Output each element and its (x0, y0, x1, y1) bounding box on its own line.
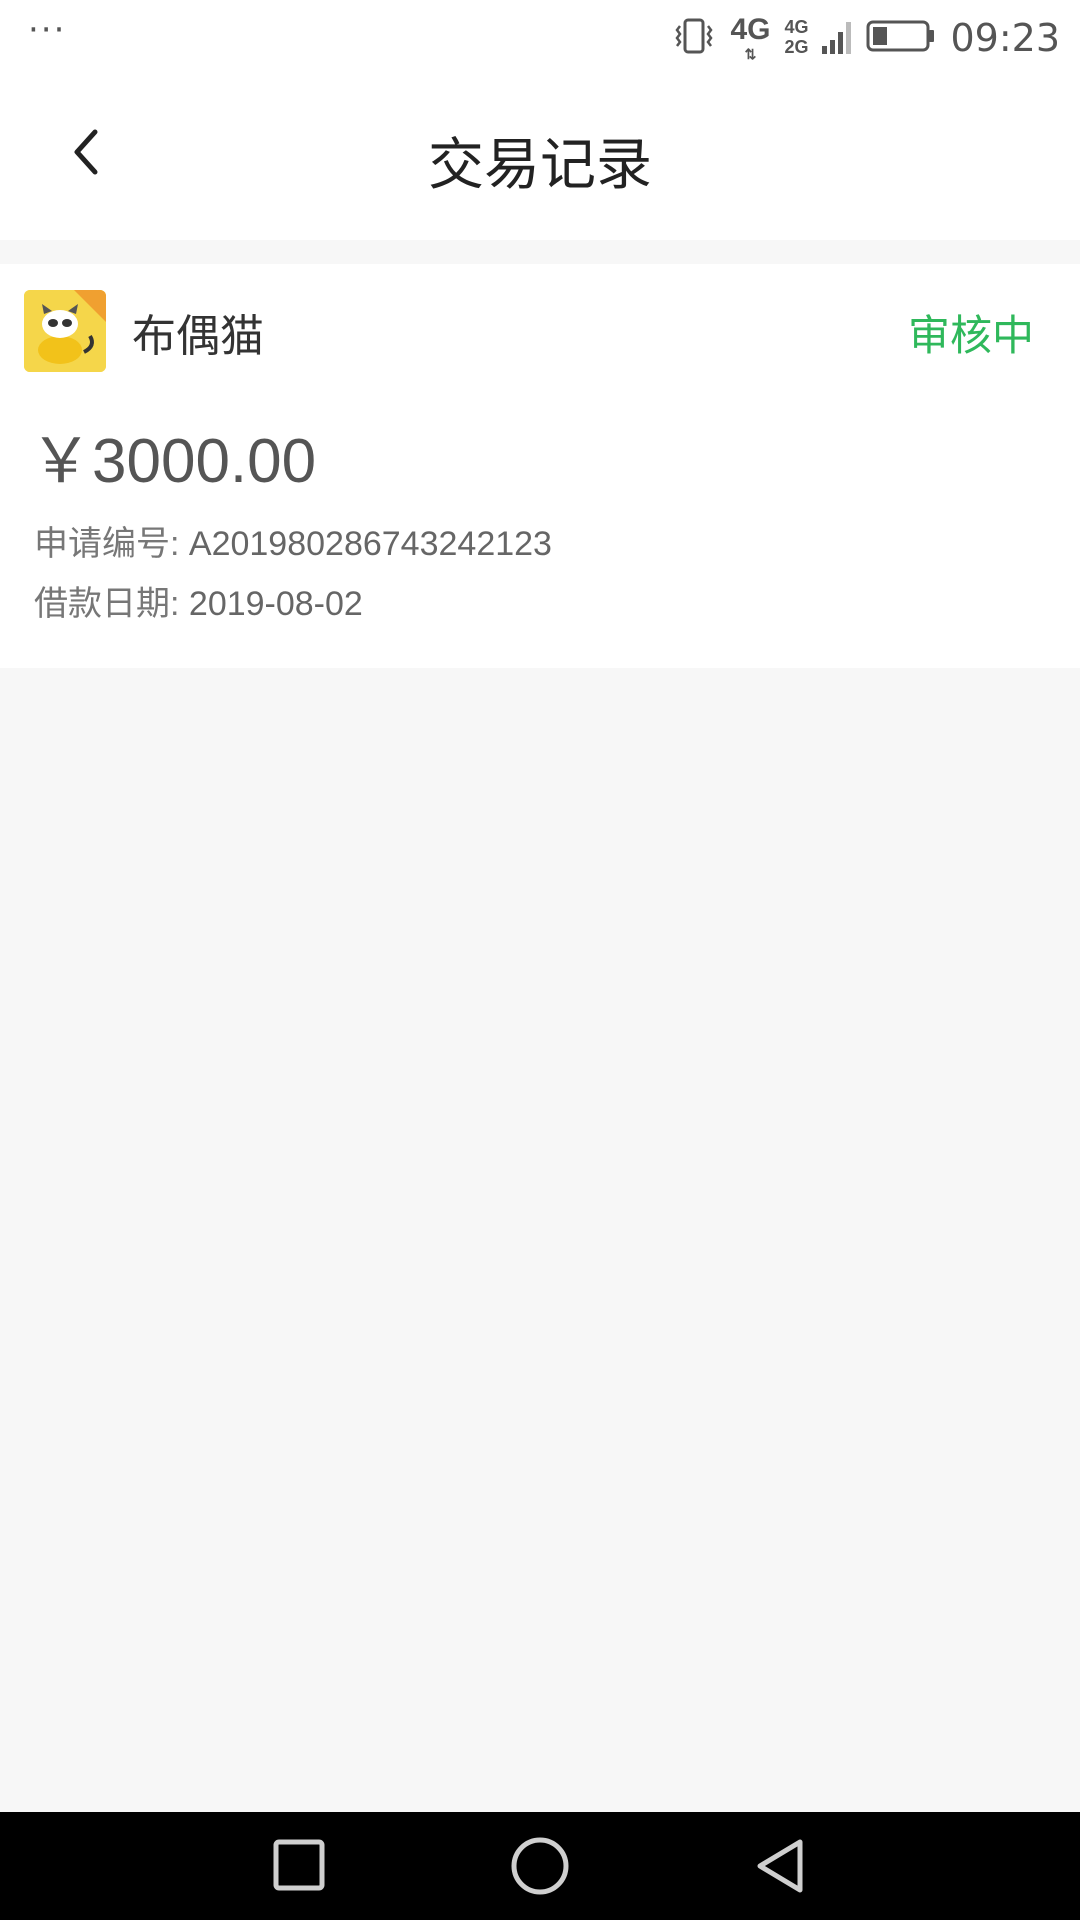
signal-icon (822, 16, 852, 60)
overflow-dots: ··· (28, 10, 67, 50)
network-dual: 4G 2G (784, 17, 809, 57)
back-system-button[interactable] (748, 1834, 812, 1898)
app-logo (24, 290, 106, 372)
system-navigation-bar (0, 1812, 1080, 1920)
home-icon (511, 1837, 569, 1895)
home-button[interactable] (508, 1834, 572, 1898)
network-4g: 4G ⇅ (730, 13, 771, 62)
header: 交易记录 (0, 76, 1080, 240)
recent-apps-button[interactable] (268, 1834, 332, 1898)
transaction-card[interactable]: 布偶猫 审核中 ￥3000.00 申请编号: A2019802867432421… (0, 264, 1080, 668)
status-time: 09:23 (950, 16, 1060, 60)
app-name: 布偶猫 (132, 311, 264, 362)
status-badge: 审核中 (907, 311, 1034, 360)
loan-date-value: 2019-08-02 (188, 585, 363, 623)
back-triangle-icon (757, 1839, 803, 1893)
loan-date-label: 借款日期: (34, 585, 180, 623)
application-number-value: A201980286743242123 (188, 525, 552, 563)
vibrate-icon (672, 14, 716, 62)
page-title: 交易记录 (428, 133, 652, 198)
application-number-label: 申请编号: (34, 525, 180, 563)
battery-icon (866, 16, 936, 60)
application-number-row: 申请编号: A201980286743242123 (34, 516, 552, 565)
loan-amount: ￥3000.00 (30, 427, 317, 496)
status-bar: ··· 4G ⇅ 4G 2G 09:23 (0, 0, 1080, 76)
status-indicators: 4G ⇅ 4G 2G 09:23 (672, 0, 1060, 76)
loan-date-row: 借款日期: 2019-08-02 (34, 576, 363, 625)
recent-apps-icon (273, 1839, 325, 1891)
